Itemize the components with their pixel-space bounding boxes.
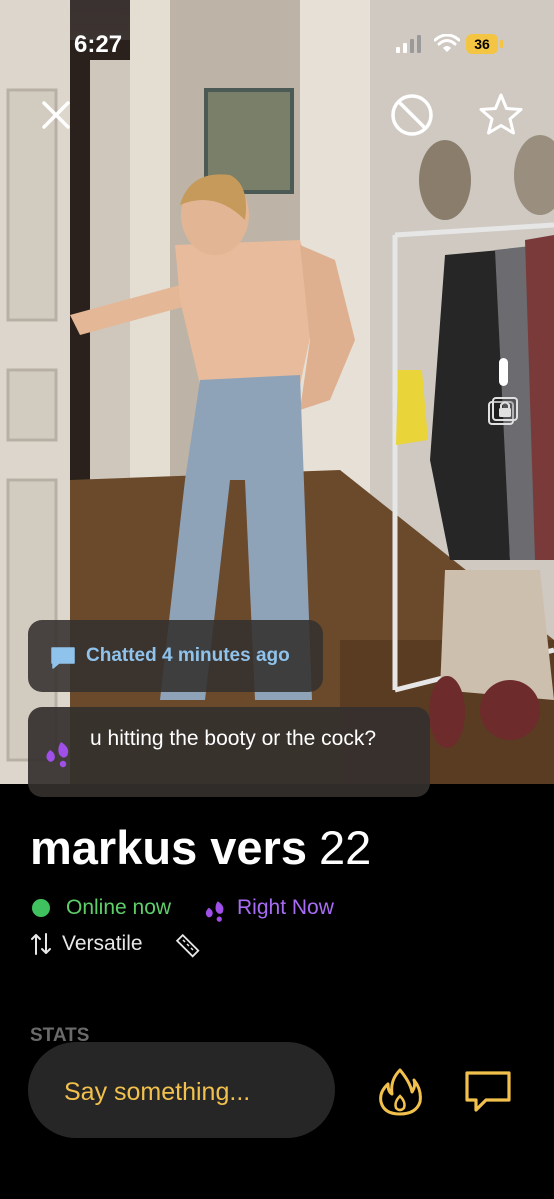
position-arrows-icon [31,933,51,955]
tap-flame-button[interactable] [376,1066,424,1118]
cellular-signal-icon [396,35,421,53]
block-icon [391,94,433,136]
flame-icon [379,1068,422,1116]
say-something-placeholder: Say something... [64,1078,251,1106]
online-status: Online now [66,896,172,919]
status-bar: 6:27 36 [0,0,554,90]
profile-age: 22 [318,821,372,874]
ruler-icon [175,933,200,958]
status-time: 6:27 [74,31,123,58]
close-icon [42,101,70,129]
profile-name-line: markus vers 22 [30,820,371,875]
battery-tip [500,40,503,48]
close-button[interactable] [32,91,80,139]
position-row: Versatile [30,930,330,960]
chat-status-text: Chatted 4 minutes ago [86,645,290,666]
chat-status-pill[interactable]: Chatted 4 minutes ago [28,620,323,692]
drops-icon [46,742,69,768]
private-album-lock-icon[interactable] [485,392,521,428]
presence-row: Online now Right Now [30,894,530,924]
profile-name: markus vers [30,821,307,874]
wifi-icon [434,34,460,52]
chat-icon [465,1071,511,1112]
right-now-drops-icon [205,901,224,922]
right-now-status[interactable]: Right Now [237,896,334,920]
block-button[interactable] [388,91,436,139]
photo-pager-indicator [499,358,508,386]
status-icons: 36 [396,34,516,58]
open-chat-button[interactable] [462,1068,514,1116]
favorite-button[interactable] [477,91,525,139]
last-message-text: u hitting the booty or the cock? [90,727,377,750]
position-text: Versatile [62,932,143,955]
star-icon [479,93,523,135]
online-dot-icon [32,899,50,917]
battery-indicator: 36 [466,34,498,54]
last-message-card[interactable]: u hitting the booty or the cock? [28,707,430,797]
chat-bubble-icon [51,647,75,669]
